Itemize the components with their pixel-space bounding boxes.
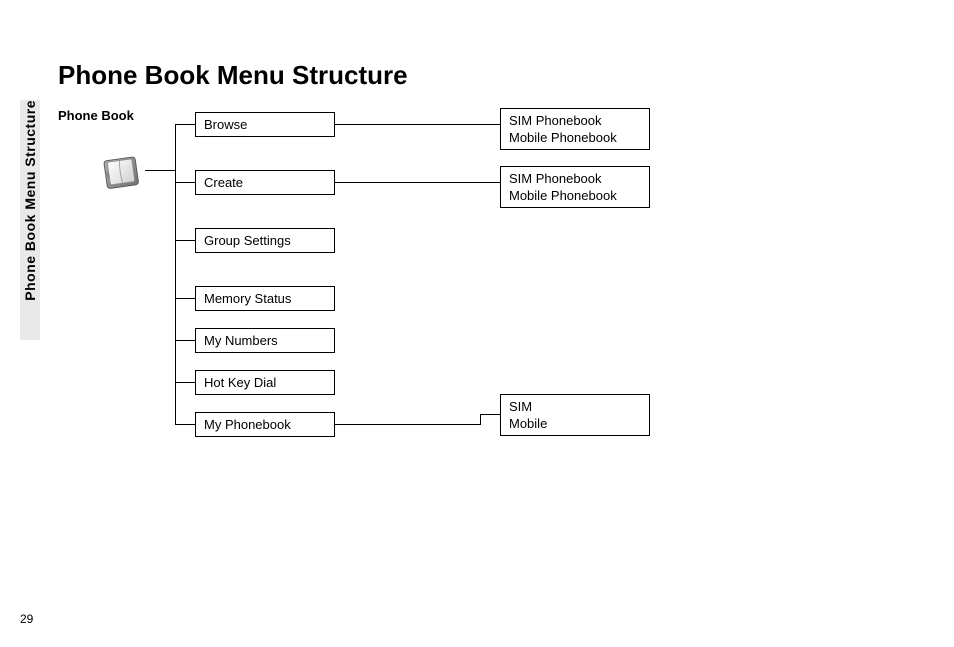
- connector: [175, 240, 195, 241]
- side-tab-label: Phone Book Menu Structure: [22, 100, 38, 307]
- root-label: Phone Book: [58, 108, 134, 123]
- connector: [175, 298, 195, 299]
- submenu-my-phonebook: SIM Mobile: [500, 394, 650, 436]
- submenu-line: Mobile Phonebook: [509, 187, 641, 204]
- menu-item-label: Browse: [204, 117, 247, 132]
- menu-item-label: My Phonebook: [204, 417, 291, 432]
- menu-item-my-numbers: My Numbers: [195, 328, 335, 353]
- connector: [145, 170, 175, 171]
- menu-item-memory-status: Memory Status: [195, 286, 335, 311]
- submenu-line: SIM Phonebook: [509, 112, 641, 129]
- connector: [175, 182, 195, 183]
- menu-item-label: My Numbers: [204, 333, 278, 348]
- connector: [175, 424, 195, 425]
- connector: [175, 124, 195, 125]
- submenu-line: SIM Phonebook: [509, 170, 641, 187]
- menu-item-browse: Browse: [195, 112, 335, 137]
- menu-item-label: Memory Status: [204, 291, 291, 306]
- submenu-line: Mobile Phonebook: [509, 129, 641, 146]
- submenu-create: SIM Phonebook Mobile Phonebook: [500, 166, 650, 208]
- connector: [335, 124, 500, 125]
- menu-item-my-phonebook: My Phonebook: [195, 412, 335, 437]
- menu-item-label: Hot Key Dial: [204, 375, 276, 390]
- submenu-line: Mobile: [509, 415, 641, 432]
- menu-item-group-settings: Group Settings: [195, 228, 335, 253]
- phonebook-icon: [100, 150, 142, 192]
- connector: [175, 124, 176, 424]
- connector: [480, 414, 481, 425]
- connector: [175, 382, 195, 383]
- page-title: Phone Book Menu Structure: [58, 60, 408, 91]
- connector: [335, 182, 500, 183]
- connector: [175, 340, 195, 341]
- connector: [335, 424, 480, 425]
- menu-item-create: Create: [195, 170, 335, 195]
- menu-item-label: Create: [204, 175, 243, 190]
- submenu-browse: SIM Phonebook Mobile Phonebook: [500, 108, 650, 150]
- submenu-line: SIM: [509, 398, 641, 415]
- connector: [480, 414, 500, 415]
- menu-item-hot-key-dial: Hot Key Dial: [195, 370, 335, 395]
- side-tab: Phone Book Menu Structure: [20, 100, 40, 340]
- page-number: 29: [20, 612, 33, 626]
- menu-item-label: Group Settings: [204, 233, 291, 248]
